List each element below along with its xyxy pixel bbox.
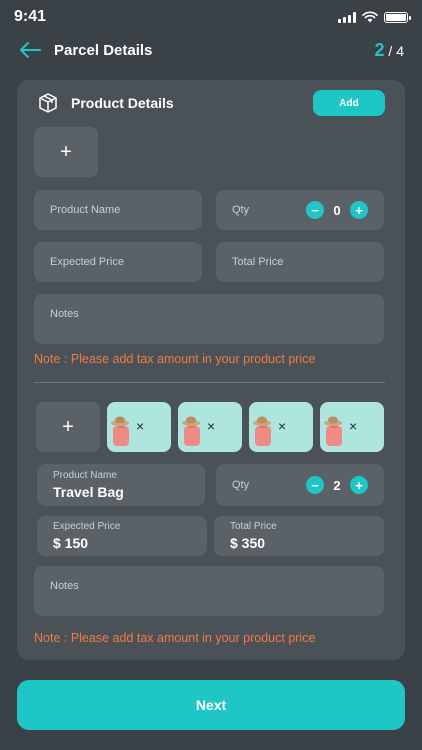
total-price-placeholder: Total Price <box>232 256 284 268</box>
divider <box>34 382 385 383</box>
page-title: Parcel Details <box>54 41 153 59</box>
total-price-value: $ 350 <box>230 535 266 551</box>
header: Parcel Details 2 / 4 <box>0 34 422 66</box>
qty-label: Qty <box>232 479 250 491</box>
box-icon <box>39 93 57 113</box>
section-title: Product Details <box>71 95 174 111</box>
status-time: 9:41 <box>14 8 47 25</box>
add-image-button[interactable]: + <box>36 402 100 452</box>
next-button[interactable]: Next <box>17 680 405 730</box>
product-name-placeholder: Product Name <box>50 204 121 216</box>
qty-label: Qty <box>232 204 250 216</box>
quantity-stepper: − 0 + <box>306 201 368 219</box>
status-bar: 9:41 <box>0 0 422 34</box>
expected-price-label: Expected Price <box>53 521 121 532</box>
product-image-thumbnail[interactable]: × <box>107 402 171 452</box>
product-name-input[interactable]: Product Name <box>34 190 202 230</box>
step-total: / 4 <box>388 42 404 59</box>
remove-image-icon[interactable]: × <box>349 418 357 434</box>
notes-placeholder: Notes <box>50 308 79 320</box>
total-price-label: Total Price <box>230 521 277 532</box>
product-image-thumbnail[interactable]: × <box>178 402 242 452</box>
notes-placeholder: Notes <box>50 580 79 592</box>
increment-button[interactable]: + <box>350 201 368 219</box>
step-indicator: 2 / 4 <box>375 40 404 61</box>
total-price-field[interactable]: Total Price $ 350 <box>214 516 384 556</box>
remove-image-icon[interactable]: × <box>278 418 286 434</box>
remove-image-icon[interactable]: × <box>136 418 144 434</box>
notes-input[interactable]: Notes <box>34 566 384 616</box>
back-arrow-icon[interactable] <box>18 40 42 60</box>
tax-note: Note : Please add tax amount in your pro… <box>34 631 316 645</box>
status-icons <box>338 11 411 23</box>
qty-field: Qty − 0 + <box>216 190 384 230</box>
product-name-value: Travel Bag <box>53 484 124 500</box>
cellular-signal-icon <box>338 11 356 23</box>
expected-price-input[interactable]: Expected Price <box>34 242 202 282</box>
notes-input[interactable]: Notes <box>34 294 384 344</box>
section-header: Product Details Add <box>37 90 385 116</box>
product-image-thumbnail[interactable]: × <box>249 402 313 452</box>
product-details-card: Product Details Add + Product Name Qty −… <box>17 80 405 660</box>
increment-button[interactable]: + <box>350 476 368 494</box>
expected-price-field[interactable]: Expected Price $ 150 <box>37 516 207 556</box>
expected-price-value: $ 150 <box>53 535 89 551</box>
expected-price-placeholder: Expected Price <box>50 256 124 268</box>
total-price-input[interactable]: Total Price <box>216 242 384 282</box>
product-image-thumbnail[interactable]: × <box>320 402 384 452</box>
step-current: 2 <box>374 39 385 60</box>
decrement-button[interactable]: − <box>306 201 324 219</box>
remove-image-icon[interactable]: × <box>207 418 215 434</box>
wifi-icon <box>362 11 378 23</box>
tax-note: Note : Please add tax amount in your pro… <box>34 352 316 366</box>
qty-field: Qty − 2 + <box>216 464 384 506</box>
battery-icon <box>384 11 411 23</box>
quantity-stepper: − 2 + <box>306 476 368 494</box>
product-name-field[interactable]: Product Name Travel Bag <box>37 464 205 506</box>
qty-value: 0 <box>333 202 341 218</box>
product-name-label: Product Name <box>53 470 117 481</box>
add-product-button[interactable]: Add <box>313 90 385 116</box>
decrement-button[interactable]: − <box>306 476 324 494</box>
qty-value: 2 <box>333 477 341 493</box>
add-image-button[interactable]: + <box>34 127 98 177</box>
